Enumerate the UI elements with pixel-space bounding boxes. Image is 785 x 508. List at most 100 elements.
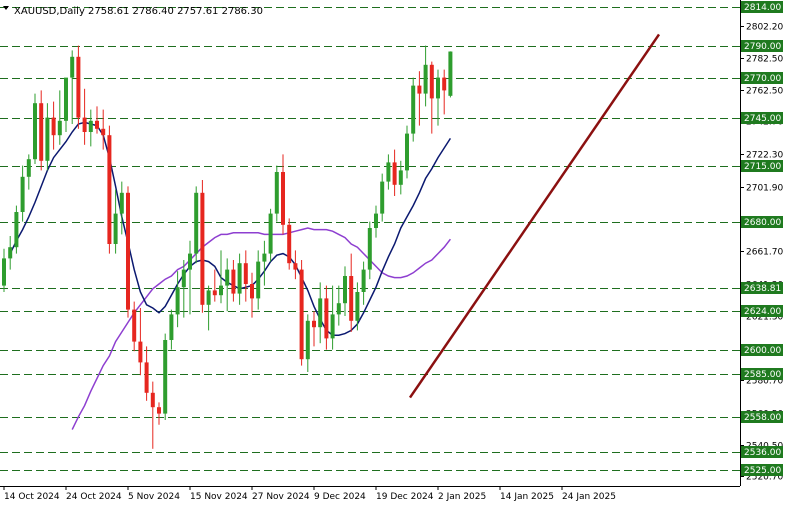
level-price-label: 2525.00 <box>744 466 781 476</box>
bull-candle <box>405 133 409 171</box>
bear-candle <box>293 263 298 270</box>
time-tick-label: 14 Oct 2024 <box>4 492 60 502</box>
bear-candle <box>76 56 81 118</box>
bull-candle <box>411 85 416 134</box>
level-price-label: 2814.00 <box>744 3 781 13</box>
time-tick-label: 5 Nov 2024 <box>128 492 180 502</box>
bear-candle <box>417 85 422 94</box>
bull-candle <box>262 253 267 262</box>
bear-candle <box>243 263 248 284</box>
trendline[interactable] <box>408 33 661 399</box>
bull-candle <box>225 269 230 286</box>
bull-candle <box>336 303 341 315</box>
bear-candle <box>39 103 44 161</box>
bull-candle <box>57 120 62 136</box>
bull-candle <box>448 51 453 96</box>
bull-candle <box>343 276 347 304</box>
bear-candle <box>231 269 236 294</box>
bull-candle <box>219 285 223 296</box>
bull-candle <box>367 228 372 270</box>
time-axis: 14 Oct 2024 24 Oct 2024 5 Nov 2024 15 Nov 2… <box>3 486 616 502</box>
bull-candle <box>26 159 31 177</box>
bull-candle <box>88 120 93 132</box>
level-price-label: 2600.00 <box>744 346 781 356</box>
bull-candle <box>423 64 428 94</box>
ohlc-readout: 2758.61 2786.40 2757.61 2786.30 <box>88 6 263 17</box>
bear-candle <box>126 192 130 310</box>
time-tick-label: 2 Jan 2025 <box>438 492 486 502</box>
bull-candle <box>436 77 440 99</box>
bull-candle <box>181 269 186 288</box>
bear-candle <box>281 172 285 225</box>
bull-candle <box>2 258 6 286</box>
bear-candle <box>95 120 99 129</box>
chart-header: XAUUSD,Daily 2758.61 2786.40 2757.61 278… <box>3 6 263 17</box>
bull-candle <box>20 176 25 212</box>
bear-candle <box>107 135 112 244</box>
price-tick-label: 2661.70 <box>746 248 783 258</box>
price-tick-label: 2701.90 <box>746 184 783 194</box>
bull-candle <box>169 314 174 340</box>
bull-candle <box>188 253 192 270</box>
time-tick-label: 19 Dec 2024 <box>376 492 434 502</box>
bull-candle <box>386 162 391 182</box>
bull-candle <box>45 117 50 161</box>
level-price-label: 2536.00 <box>744 448 781 458</box>
candlesticks <box>2 45 453 449</box>
trendline-layer[interactable] <box>408 33 661 399</box>
bear-candle <box>287 224 292 264</box>
fast-ma-line <box>9 121 452 336</box>
bear-candle <box>138 341 143 363</box>
bear-candle <box>132 309 137 342</box>
bull-candle <box>305 320 310 360</box>
level-price-label: 2558.00 <box>744 413 781 423</box>
bull-candle <box>14 212 19 248</box>
bear-candle <box>82 117 87 132</box>
bull-candle <box>163 340 168 414</box>
level-price-label: 2770.00 <box>744 74 781 84</box>
level-price-labels: 2814.00 2790.00 2770.00 2745.00 2715.00 2680.… <box>741 1 783 476</box>
level-price-label: 2624.00 <box>744 307 781 317</box>
bull-candle <box>119 192 124 214</box>
bull-candle <box>194 192 199 254</box>
bear-candle <box>250 284 254 299</box>
bull-candle <box>361 269 366 292</box>
bull-candle <box>237 263 242 294</box>
bear-candle <box>429 64 434 99</box>
bear-candle <box>200 192 205 305</box>
time-tick-label: 14 Jan 2025 <box>500 492 554 502</box>
price-tick-label: 2782.50 <box>746 55 783 65</box>
bear-candle <box>324 298 329 339</box>
bull-candle <box>64 77 68 121</box>
bull-candle <box>374 213 378 228</box>
level-price-label: 2680.00 <box>744 218 781 228</box>
price-tick-label: 2722.30 <box>746 151 783 161</box>
time-tick-label: 24 Jan 2025 <box>562 492 616 502</box>
bear-candle <box>212 290 217 296</box>
bear-candle <box>51 117 56 136</box>
bull-candle <box>268 213 273 254</box>
level-price-label: 2790.00 <box>744 42 781 52</box>
price-chart[interactable]: 2802.202782.502762.502742.702722.302701.… <box>0 0 785 508</box>
symbol-label: XAUUSD,Daily <box>14 6 85 17</box>
bull-candle <box>380 181 385 214</box>
bear-candle <box>101 128 106 136</box>
bull-candle <box>318 298 323 328</box>
bull-candle <box>113 213 118 244</box>
price-tick-label: 2762.50 <box>746 87 783 97</box>
time-tick-label: 9 Dec 2024 <box>314 492 366 502</box>
bull-candle <box>398 170 403 185</box>
bull-candle <box>355 292 360 321</box>
bear-candle <box>299 269 304 360</box>
bull-candle <box>33 103 37 160</box>
bull-candle <box>206 290 211 305</box>
bear-candle <box>144 362 149 393</box>
level-price-label: 2715.00 <box>744 162 781 172</box>
bear-candle <box>157 407 161 414</box>
bull-candle <box>256 261 261 299</box>
time-tick-label: 15 Nov 2024 <box>190 492 248 502</box>
level-price-label: 2745.00 <box>744 114 781 124</box>
time-tick-label: 24 Oct 2024 <box>66 492 122 502</box>
bear-candle <box>312 320 316 328</box>
level-price-label: 2585.00 <box>744 370 781 380</box>
